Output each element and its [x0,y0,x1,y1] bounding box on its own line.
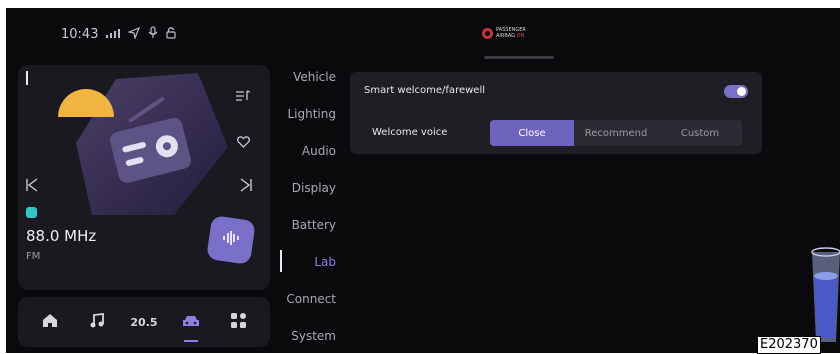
nav-item-display[interactable]: Display [278,180,348,217]
radio-frequency: 88.0 MHz [26,227,97,245]
passenger-airbag-indicator: PASSENGER AIRBAG ON [482,27,526,39]
lock-icon [166,26,177,42]
playlist-icon[interactable] [236,87,251,106]
voice-button[interactable] [206,215,256,265]
nav-item-lab[interactable]: Lab [278,250,348,291]
lab-settings-panel: Smart welcome/farewell Welcome voice Clo… [350,72,762,154]
media-card[interactable]: 88.0 MHz FM [18,65,270,290]
clock: 10:43 [61,26,99,42]
temperature-control[interactable]: 20.5 [130,316,158,329]
nav-item-battery[interactable]: Battery [278,217,348,254]
car-icon[interactable] [177,312,205,342]
status-bar: 10:43 [61,26,177,42]
nav-item-audio[interactable]: Audio [278,143,348,180]
music-icon[interactable] [83,312,111,333]
nav-item-lighting[interactable]: Lighting [278,106,348,143]
welcome-voice-option-custom[interactable]: Custom [658,120,742,146]
favorite-heart-icon[interactable] [236,133,251,152]
airbag-icon [482,27,493,39]
radio-source-icon [26,207,37,218]
infotainment-screen: 10:43 PASSENGER AIRBAG ON 88.0 MHz FM 20… [6,8,840,353]
smart-welcome-toggle[interactable] [724,85,748,98]
drink-glass-image [811,247,840,342]
figure-code: E202370 [757,336,821,354]
nav-item-connect[interactable]: Connect [278,291,348,328]
apps-icon[interactable] [224,312,252,333]
welcome-voice-selector: Close Recommend Custom [490,120,742,146]
welcome-voice-option-close[interactable]: Close [490,120,574,146]
bottom-dock: 20.5 [18,297,270,347]
smart-welcome-label: Smart welcome/farewell [364,85,485,96]
signal-icon [106,28,121,41]
next-icon[interactable] [240,177,252,196]
nav-item-vehicle[interactable]: Vehicle [278,69,348,106]
home-icon[interactable] [36,312,64,333]
radio-band: FM [26,251,41,262]
previous-icon[interactable] [26,177,38,196]
airbag-state: ON [516,33,525,39]
welcome-voice-option-recommend[interactable]: Recommend [574,120,658,146]
microphone-icon [148,26,158,42]
drag-handle[interactable] [484,56,554,59]
airbag-line2: AIRBAG [496,33,516,39]
voice-icon [222,230,240,250]
radio-album-art [58,73,228,215]
card-marker [26,71,28,85]
nav-item-system[interactable]: System [278,328,348,353]
settings-nav: Vehicle Lighting Audio Display Battery L… [278,69,348,353]
navigation-icon [127,26,141,42]
welcome-voice-label: Welcome voice [372,127,448,138]
